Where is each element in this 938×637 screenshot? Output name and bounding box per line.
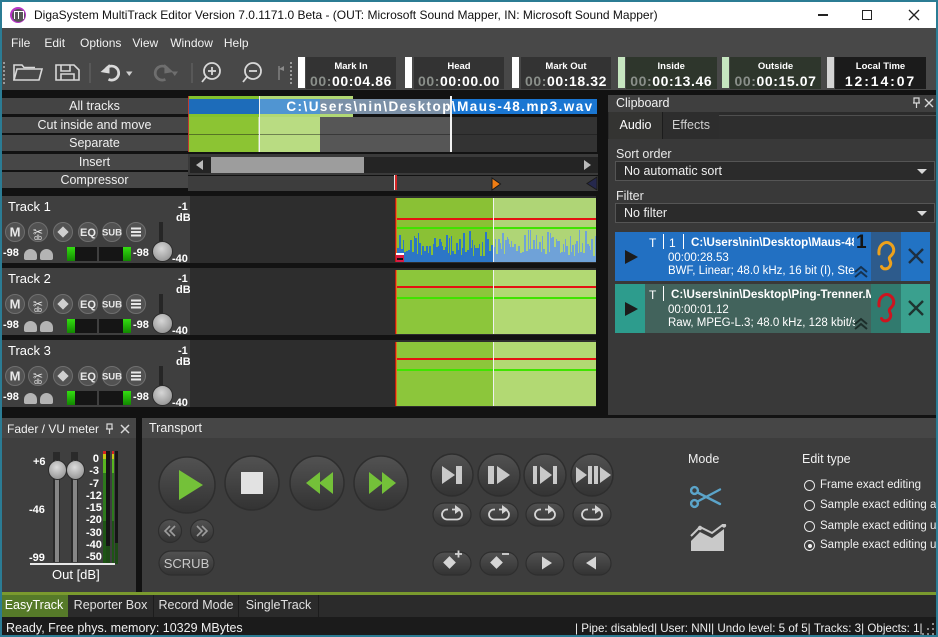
svg-text:db: db	[34, 379, 42, 386]
svg-text:SUB: SUB	[102, 300, 122, 311]
svg-text:EQ: EQ	[80, 299, 96, 311]
svg-text:SCRUB: SCRUB	[164, 556, 210, 571]
svg-text:db: db	[34, 307, 42, 314]
svg-text:M: M	[10, 369, 21, 384]
svg-text:EQ: EQ	[80, 371, 96, 383]
svg-text:SUB: SUB	[102, 372, 122, 383]
svg-text:M: M	[10, 297, 21, 312]
